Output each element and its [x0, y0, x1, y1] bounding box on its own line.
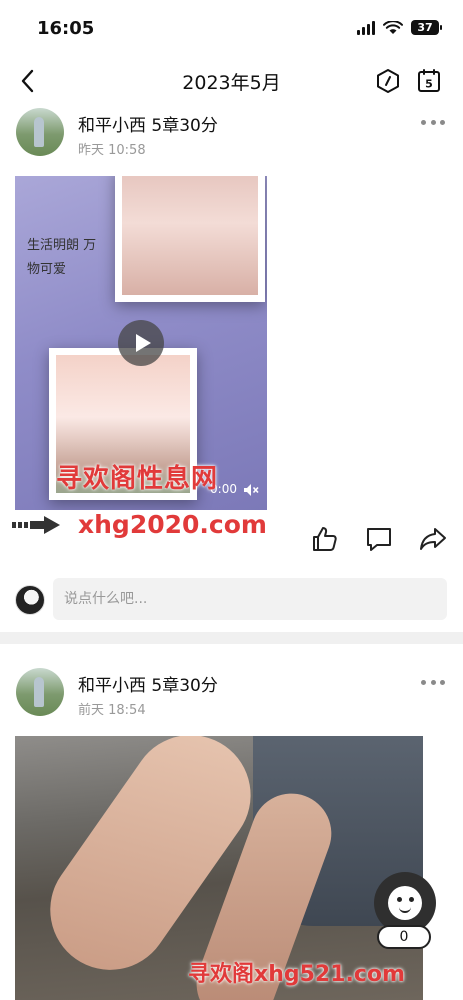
- watermark-url: xhg2020.com: [78, 510, 267, 539]
- more-button[interactable]: [421, 677, 445, 687]
- divider: [0, 632, 463, 644]
- my-avatar: [15, 585, 45, 615]
- like-icon[interactable]: [311, 525, 339, 553]
- watermark-site-name: 寻欢阁性息网: [56, 464, 219, 494]
- battery-icon: 37: [411, 20, 442, 35]
- battery-level: 37: [417, 21, 433, 34]
- arrow-icon: [12, 516, 60, 534]
- photo-card: [115, 176, 265, 302]
- status-time: 16:05: [37, 18, 95, 39]
- assistant-face-icon: [388, 886, 422, 920]
- avatar[interactable]: [16, 108, 64, 156]
- svg-text:5: 5: [425, 78, 433, 91]
- comment-row: [0, 578, 463, 622]
- post-actions: [311, 525, 447, 553]
- watermark-bottom: 寻欢阁xhg521.com: [188, 962, 405, 987]
- author-name[interactable]: 和平小西 5章30分: [78, 111, 218, 136]
- nav-bar: 2023年5月 5: [0, 58, 463, 104]
- more-button[interactable]: [421, 117, 445, 127]
- play-button[interactable]: [118, 320, 164, 366]
- comment-icon[interactable]: [365, 525, 393, 553]
- calendar-icon[interactable]: 5: [416, 68, 442, 94]
- status-icons: 37: [357, 20, 442, 35]
- mute-icon[interactable]: [243, 483, 259, 497]
- share-icon[interactable]: [419, 525, 447, 553]
- wifi-icon: [383, 20, 403, 34]
- doodle-text: 生活明朗 万物可爱: [27, 238, 97, 277]
- assistant-count-badge: 0: [377, 925, 431, 949]
- post-time: 昨天 10:58: [78, 143, 146, 158]
- status-bar: 16:05 37: [0, 0, 463, 58]
- comment-input[interactable]: [53, 578, 447, 620]
- hexagon-icon[interactable]: [375, 68, 401, 94]
- post-time: 前天 18:54: [78, 703, 146, 718]
- cellular-signal-icon: [357, 20, 375, 35]
- avatar[interactable]: [16, 668, 64, 716]
- author-name[interactable]: 和平小西 5章30分: [78, 671, 218, 696]
